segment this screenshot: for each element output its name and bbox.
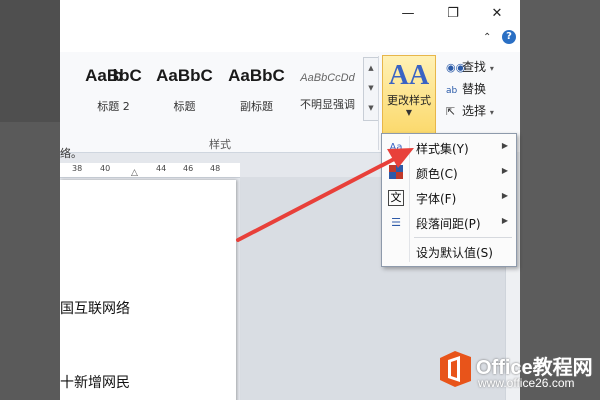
arrow-head <box>387 148 414 168</box>
watermark: Office教程网 www.office26.com <box>438 348 600 400</box>
office-logo-icon <box>440 351 471 387</box>
red-arrow-annotation <box>236 148 414 242</box>
arrow-shaft <box>236 155 400 242</box>
watermark-url: www.office26.com <box>478 376 575 390</box>
